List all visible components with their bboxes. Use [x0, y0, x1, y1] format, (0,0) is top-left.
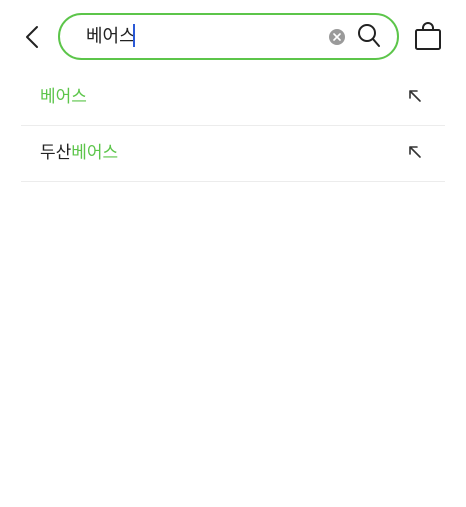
fill-query-button[interactable]: [406, 143, 424, 161]
text-caret: [133, 24, 135, 47]
suggestion-text: 두산베어스: [40, 142, 118, 164]
chevron-left-icon: [26, 26, 38, 48]
magnifier-icon: [358, 24, 380, 47]
suggestion-list: 베어스 두산베어스: [21, 70, 445, 182]
shopping-bag-icon: [415, 22, 441, 50]
fill-query-button[interactable]: [406, 87, 424, 105]
search-box[interactable]: [58, 13, 399, 60]
clear-search-button[interactable]: [329, 29, 345, 45]
arrow-up-left-icon: [409, 146, 421, 158]
arrow-up-left-icon: [409, 90, 421, 102]
search-header: [0, 0, 466, 72]
suggestion-item[interactable]: 베어스: [21, 70, 445, 126]
suggestion-prefix: 두산: [40, 143, 72, 163]
suggestion-highlight: 베어스: [71, 143, 119, 163]
suggestion-highlight: 베어스: [40, 87, 87, 107]
clear-circle-x-icon: [333, 33, 341, 41]
shopping-bag-button[interactable]: [413, 20, 443, 52]
suggestion-item[interactable]: 두산베어스: [21, 126, 445, 182]
search-button[interactable]: [356, 22, 382, 50]
suggestion-text: 베어스: [40, 86, 87, 108]
back-button[interactable]: [20, 24, 44, 50]
search-input[interactable]: [86, 24, 306, 50]
